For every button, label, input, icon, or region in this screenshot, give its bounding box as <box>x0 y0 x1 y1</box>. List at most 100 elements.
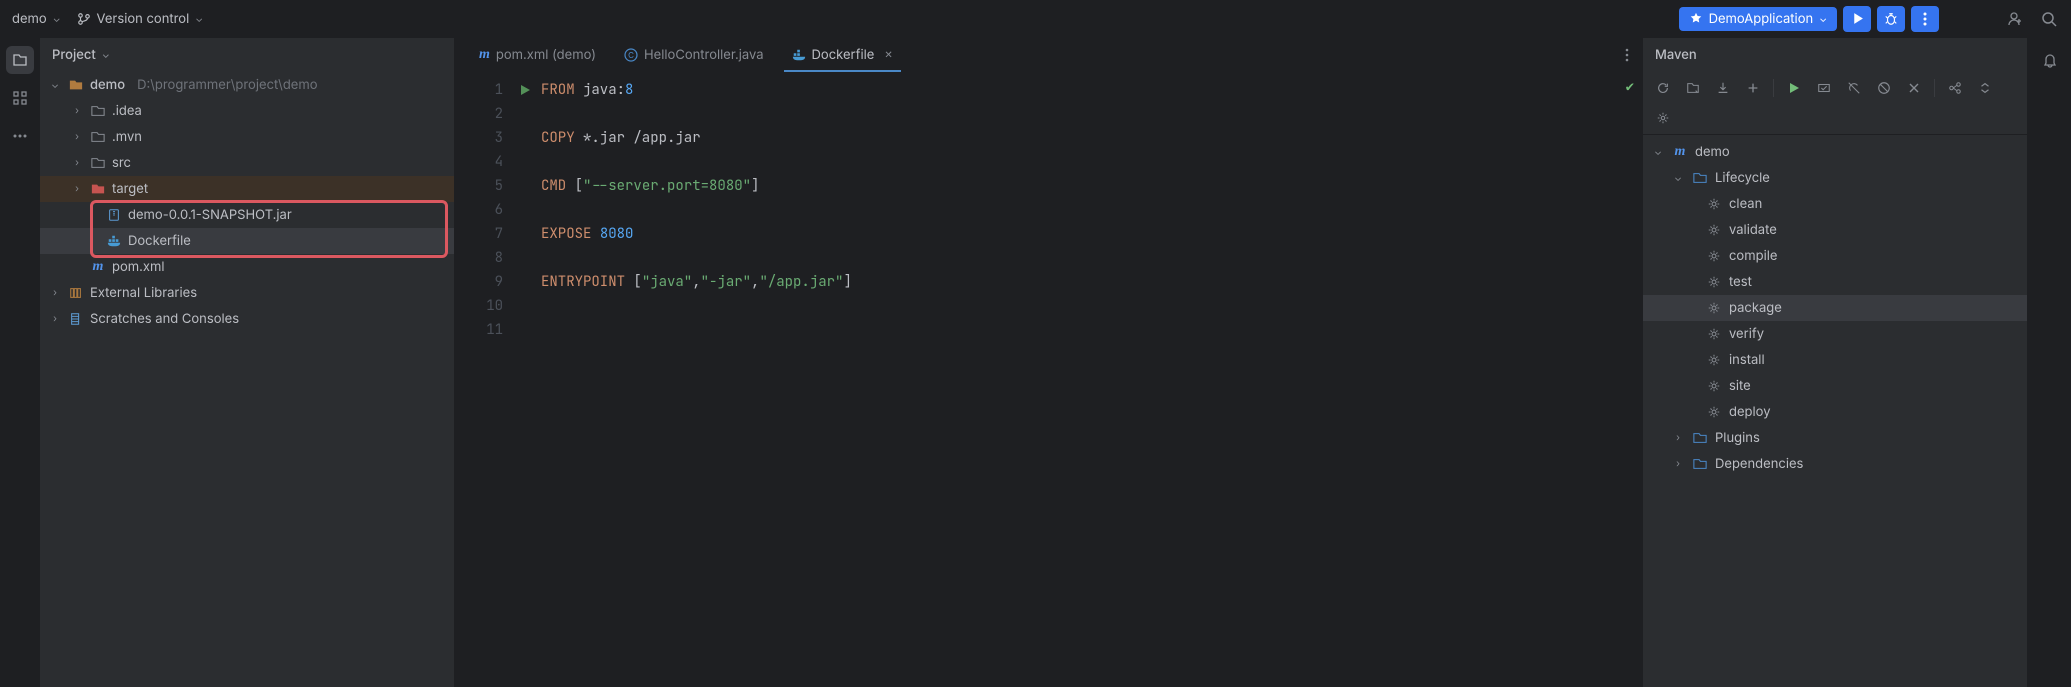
tree-node[interactable]: › .idea <box>40 98 454 124</box>
maven-lifecycle[interactable]: ⌄ Lifecycle <box>1643 165 2027 191</box>
structure-tool-button[interactable] <box>6 84 34 112</box>
tree-node[interactable]: › src <box>40 150 454 176</box>
tree-node-jar[interactable]: › demo-0.0.1-SNAPSHOT.jar <box>40 202 454 228</box>
maven-goal-clean[interactable]: clean <box>1643 191 2027 217</box>
right-tool-strip <box>2027 38 2071 687</box>
tree-label: External Libraries <box>90 285 197 301</box>
generate-sources-button[interactable] <box>1681 76 1705 100</box>
gutter: 1234567891011 <box>455 72 515 687</box>
run-config-dropdown[interactable]: DemoApplication ⌄ <box>1679 7 1837 31</box>
chevron-right-icon: › <box>1671 432 1685 444</box>
maven-goal-validate[interactable]: validate <box>1643 217 2027 243</box>
folder-icon <box>90 130 106 144</box>
code[interactable]: FROM java:8 COPY *.jar /app.jar CMD ["--… <box>535 72 1642 687</box>
run-line-icon[interactable] <box>515 78 535 102</box>
tree-path: D:\programmer\project\demo <box>137 77 317 93</box>
chevron-down-icon: ⌄ <box>102 49 110 61</box>
maven-root-label: demo <box>1695 144 1730 160</box>
maven-goal-package[interactable]: package <box>1643 295 2027 321</box>
tab-dockerfile[interactable]: Dockerfile ✕ <box>778 38 907 71</box>
chevron-down-icon: ⌄ <box>53 13 61 25</box>
maven-goal-verify[interactable]: verify <box>1643 321 2027 347</box>
maven-goal-deploy[interactable]: deploy <box>1643 399 2027 425</box>
module-icon <box>68 78 84 92</box>
tree-node-ext[interactable]: › External Libraries <box>40 280 454 306</box>
maven-title: Maven <box>1643 38 2027 72</box>
maven-goal-label: site <box>1729 378 1751 394</box>
maven-plugins[interactable]: › Plugins <box>1643 425 2027 451</box>
reload-button[interactable] <box>1651 76 1675 100</box>
gear-icon <box>1705 353 1723 367</box>
chevron-right-icon: › <box>70 157 84 169</box>
tab-pom[interactable]: m pom.xml (demo) <box>465 38 610 71</box>
editor[interactable]: 1234567891011 FROM java:8 COPY *.jar /ap… <box>455 72 1642 687</box>
inspection-ok-icon[interactable]: ✔ <box>1626 78 1634 96</box>
notifications-button[interactable] <box>2036 46 2064 74</box>
vcs-dropdown[interactable]: Version control ⌄ <box>77 11 204 27</box>
maven-tree[interactable]: ⌄ m demo ⌄ Lifecycle clean validatecompil… <box>1643 135 2027 687</box>
project-tree[interactable]: ⌄ demo D:\programmer\project\demo › .ide… <box>40 72 454 687</box>
maven-settings-button[interactable] <box>1651 106 1675 130</box>
maven-goal-test[interactable]: test <box>1643 269 2027 295</box>
close-panel-button[interactable] <box>1902 76 1926 100</box>
chevron-right-icon: › <box>48 287 62 299</box>
class-icon: C <box>624 48 638 62</box>
toggle-offline-button[interactable] <box>1842 76 1866 100</box>
download-sources-button[interactable] <box>1711 76 1735 100</box>
tree-label: Dockerfile <box>128 233 191 249</box>
more-tool-button[interactable] <box>6 122 34 150</box>
tree-label: pom.xml <box>112 259 165 275</box>
show-deps-button[interactable] <box>1943 76 1967 100</box>
project-panel-title[interactable]: Project ⌄ <box>40 38 454 72</box>
more-run-button[interactable] <box>1911 6 1939 32</box>
branch-icon <box>77 12 91 26</box>
run-maven-button[interactable] <box>1782 76 1806 100</box>
maven-deps[interactable]: › Dependencies <box>1643 451 2027 477</box>
docker-icon <box>106 234 122 248</box>
code-with-me-button[interactable] <box>2001 6 2029 32</box>
library-icon <box>68 286 84 300</box>
tree-label: demo <box>90 77 125 93</box>
run-config-label: DemoApplication <box>1709 11 1814 27</box>
run-config-icon <box>1689 12 1703 26</box>
maven-goal-install[interactable]: install <box>1643 347 2027 373</box>
close-icon[interactable]: ✕ <box>884 49 892 61</box>
project-tool-button[interactable] <box>6 46 34 74</box>
add-maven-button[interactable] <box>1741 76 1765 100</box>
docker-icon <box>792 48 806 62</box>
tree-node[interactable]: › .mvn <box>40 124 454 150</box>
editor-more-button[interactable] <box>1612 38 1642 71</box>
run-button[interactable] <box>1843 6 1871 32</box>
tree-node-root[interactable]: ⌄ demo D:\programmer\project\demo <box>40 72 454 98</box>
maven-goal-site[interactable]: site <box>1643 373 2027 399</box>
folder-icon <box>1691 171 1709 185</box>
collapse-all-button[interactable] <box>1973 76 1997 100</box>
tree-node-target[interactable]: › target <box>40 176 454 202</box>
execute-goal-button[interactable] <box>1812 76 1836 100</box>
maven-goal-label: package <box>1729 300 1782 316</box>
chevron-right-icon: › <box>48 313 62 325</box>
maven-icon: m <box>479 47 490 63</box>
skip-tests-button[interactable] <box>1872 76 1896 100</box>
editor-tabs: m pom.xml (demo) C HelloController.java … <box>455 38 1642 72</box>
chevron-down-icon: ⌄ <box>1819 13 1827 25</box>
maven-goal-compile[interactable]: compile <box>1643 243 2027 269</box>
archive-icon <box>106 208 122 222</box>
maven-goal-label: clean <box>1729 196 1762 212</box>
tab-hello[interactable]: C HelloController.java <box>610 38 778 71</box>
folder-icon <box>1691 431 1709 445</box>
search-button[interactable] <box>2035 6 2063 32</box>
project-dropdown[interactable]: demo ⌄ <box>12 11 61 27</box>
tree-node-dockerfile[interactable]: › Dockerfile <box>40 228 454 254</box>
maven-goal-label: install <box>1729 352 1765 368</box>
project-name: demo <box>12 11 47 27</box>
maven-root[interactable]: ⌄ m demo <box>1643 139 2027 165</box>
maven-panel: Maven ⌄ m demo ⌄ <box>1642 38 2027 687</box>
tree-node-scratch[interactable]: › Scratches and Consoles <box>40 306 454 332</box>
left-tool-strip <box>0 38 40 687</box>
maven-goal-label: verify <box>1729 326 1764 342</box>
debug-button[interactable] <box>1877 6 1905 32</box>
tree-node-pom[interactable]: › m pom.xml <box>40 254 454 280</box>
folder-excluded-icon <box>90 182 106 196</box>
chevron-down-icon: ⌄ <box>1651 146 1665 158</box>
